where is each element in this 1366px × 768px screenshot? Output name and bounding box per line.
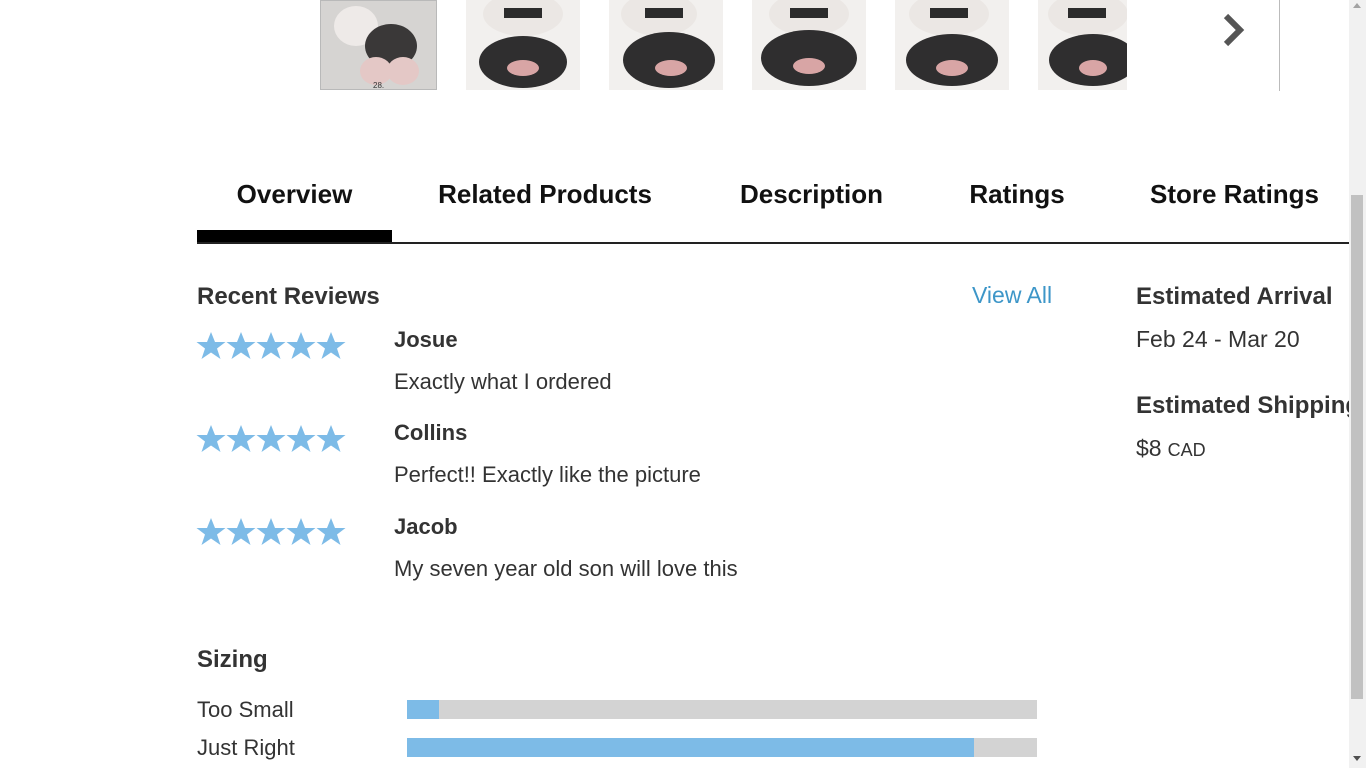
star-icon xyxy=(226,517,256,547)
product-image: 28. xyxy=(321,1,436,90)
product-tabs: Overview Related Products Description Ra… xyxy=(197,155,1349,245)
product-image xyxy=(895,0,1009,90)
star-icon xyxy=(316,331,346,361)
shipping-amount: $8 xyxy=(1136,435,1162,461)
estimated-arrival-title: Estimated Arrival xyxy=(1136,283,1333,310)
star-icon xyxy=(196,331,226,361)
star-icon xyxy=(226,424,256,454)
sizing-label-too-small: Too Small xyxy=(197,697,294,722)
chevron-right-icon xyxy=(1223,13,1245,47)
review-stars xyxy=(196,517,348,547)
scroll-up-arrow-icon[interactable] xyxy=(1353,3,1361,8)
reviewer-name: Collins xyxy=(394,420,468,445)
sizing-label-just-right: Just Right xyxy=(197,735,295,760)
estimated-shipping-title: Estimated Shipping xyxy=(1136,392,1361,419)
product-thumbnail-5[interactable] xyxy=(895,0,1009,90)
sizing-bar-fill xyxy=(407,738,974,757)
star-icon xyxy=(226,331,256,361)
star-icon xyxy=(286,424,316,454)
product-image xyxy=(1038,0,1127,90)
estimated-arrival-value: Feb 24 - Mar 20 xyxy=(1136,326,1300,352)
tab-label: Related Products xyxy=(438,179,652,209)
next-thumbnails-button[interactable] xyxy=(1200,0,1280,91)
tab-description[interactable]: Description xyxy=(729,155,894,245)
shipping-cost: $8 CAD xyxy=(1136,435,1206,462)
thumbnail-caption: 28. xyxy=(373,81,384,90)
product-image xyxy=(752,0,866,90)
reviewer-name: Josue xyxy=(394,327,458,352)
star-icon xyxy=(286,331,316,361)
product-thumbnail-3[interactable] xyxy=(609,0,723,90)
star-icon xyxy=(196,517,226,547)
tab-related-products[interactable]: Related Products xyxy=(429,155,661,245)
tabs-divider xyxy=(197,242,1349,244)
sizing-title: Sizing xyxy=(197,646,268,673)
star-icon xyxy=(256,424,286,454)
star-icon xyxy=(256,517,286,547)
product-thumbnail-6[interactable] xyxy=(1038,0,1127,90)
product-thumbnail-4[interactable] xyxy=(752,0,866,90)
tab-store-ratings[interactable]: Store Ratings xyxy=(1142,155,1327,245)
sizing-bar-fill xyxy=(407,700,439,719)
review-text: Perfect!! Exactly like the picture xyxy=(394,462,701,487)
recent-reviews-title: Recent Reviews xyxy=(197,283,380,310)
reviewer-name: Jacob xyxy=(394,514,458,539)
tab-overview[interactable]: Overview xyxy=(197,155,392,245)
review-text: Exactly what I ordered xyxy=(394,369,612,394)
star-icon xyxy=(286,517,316,547)
star-icon xyxy=(196,424,226,454)
scrollbar-thumb[interactable] xyxy=(1351,195,1363,699)
product-image xyxy=(466,0,580,90)
star-icon xyxy=(316,517,346,547)
star-icon xyxy=(256,331,286,361)
sizing-bar-too-small xyxy=(407,700,1037,719)
shipping-currency: CAD xyxy=(1167,440,1206,460)
product-image xyxy=(609,0,723,90)
tab-label: Description xyxy=(739,179,884,209)
tab-label: Overview xyxy=(236,179,353,209)
product-thumbnail-1[interactable]: 28. xyxy=(320,0,437,90)
tab-ratings[interactable]: Ratings xyxy=(962,155,1072,245)
review-text: My seven year old son will love this xyxy=(394,556,738,581)
scroll-down-arrow-icon[interactable] xyxy=(1353,756,1361,761)
product-thumbnail-strip: 28. xyxy=(320,0,1280,91)
sizing-bar-just-right xyxy=(407,738,1037,757)
tab-label: Store Ratings xyxy=(1149,179,1320,209)
product-thumbnail-2[interactable] xyxy=(466,0,580,90)
tab-label: Ratings xyxy=(969,179,1065,209)
view-all-reviews-link[interactable]: View All xyxy=(972,282,1052,309)
page-scrollbar[interactable] xyxy=(1349,0,1366,768)
review-stars xyxy=(196,424,348,454)
star-icon xyxy=(316,424,346,454)
review-stars xyxy=(196,331,348,361)
